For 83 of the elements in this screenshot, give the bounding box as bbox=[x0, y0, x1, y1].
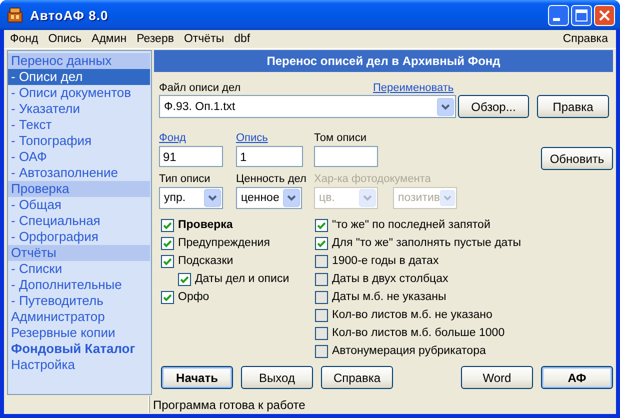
checkbox[interactable] bbox=[161, 290, 174, 304]
sidebar-item[interactable]: - Топография bbox=[8, 133, 150, 149]
sidebar-item[interactable]: - Автозаполнение bbox=[8, 165, 150, 181]
checkbox-label: Для "то же" заполнять пустые даты bbox=[332, 237, 521, 249]
checkbox[interactable] bbox=[161, 254, 174, 268]
sidebar-section[interactable]: Отчёты bbox=[8, 245, 150, 261]
checkbox-label: Кол-во листов м.б. больше 1000 bbox=[332, 327, 505, 339]
checkbox-label: Даты м.б. не указаны bbox=[332, 291, 446, 303]
field-link[interactable]: Фонд bbox=[159, 132, 236, 144]
checkbox-label: Подсказки bbox=[178, 255, 234, 267]
checkbox[interactable] bbox=[315, 344, 328, 358]
sidebar-item[interactable]: - Указатели bbox=[8, 101, 150, 117]
sidebar-item[interactable]: - Списки bbox=[8, 261, 150, 277]
field-label: Ценность дел bbox=[236, 173, 308, 185]
minimize-icon[interactable] bbox=[548, 4, 569, 26]
sidebar-item[interactable]: Настройка bbox=[8, 357, 150, 373]
checkbox[interactable] bbox=[315, 218, 328, 232]
text-field[interactable]: 91 bbox=[159, 146, 223, 167]
checkbox[interactable] bbox=[315, 290, 328, 304]
dropdown: цв. bbox=[314, 187, 378, 209]
checkbox[interactable] bbox=[161, 236, 174, 250]
action-button[interactable]: Справка bbox=[321, 366, 393, 389]
menu-item[interactable]: Справка bbox=[558, 33, 614, 45]
sidebar-item[interactable]: - Описи дел bbox=[8, 69, 150, 85]
menu-item[interactable]: Админ bbox=[88, 33, 133, 45]
sidebar-item[interactable]: - Путеводитель bbox=[8, 293, 150, 309]
app-icon bbox=[6, 6, 24, 24]
sidebar-item[interactable]: - Текст bbox=[8, 117, 150, 133]
checkbox-label: 1900-е годы в датах bbox=[332, 255, 439, 267]
rename-link[interactable]: Переименовать bbox=[373, 82, 454, 94]
dropdown[interactable]: ценное bbox=[236, 187, 302, 209]
field-label: Тип описи bbox=[159, 173, 212, 185]
dropdown: позитив bbox=[393, 187, 457, 209]
sidebar-item[interactable]: Администратор bbox=[8, 309, 150, 325]
checkbox-label: Даты дел и описи bbox=[195, 273, 290, 285]
sidebar-section[interactable]: Перенос данных bbox=[8, 53, 150, 69]
checkbox-label: Предупреждения bbox=[178, 237, 270, 249]
text-field[interactable]: 1 bbox=[236, 146, 303, 167]
action-button[interactable]: Выход bbox=[241, 366, 313, 389]
field-label: Том описи bbox=[314, 132, 368, 144]
status-text: Программа готова к работе bbox=[153, 398, 306, 412]
maximize-icon[interactable] bbox=[571, 4, 592, 26]
sidebar-item[interactable]: - Общая bbox=[8, 197, 150, 213]
menu-item[interactable]: Резерв bbox=[132, 33, 180, 45]
sidebar-item[interactable]: - Орфография bbox=[8, 229, 150, 245]
checkbox-label: Кол-во листов м.б. не указано bbox=[332, 309, 492, 321]
checkbox[interactable] bbox=[315, 254, 328, 268]
menu-item[interactable]: Фонд bbox=[6, 33, 44, 45]
browse-button[interactable]: Обзор... bbox=[458, 95, 529, 118]
close-icon[interactable] bbox=[594, 4, 615, 26]
menu-item[interactable]: dbf bbox=[230, 33, 256, 45]
checkbox[interactable] bbox=[178, 272, 191, 286]
panel-header: Перенос описей дел в Архивный Фонд bbox=[154, 50, 613, 72]
edit-button[interactable]: Правка bbox=[537, 95, 609, 118]
window-title: АвтоАФ 8.0 bbox=[30, 8, 110, 22]
checkbox-label: Проверка bbox=[178, 219, 233, 231]
checkbox[interactable] bbox=[315, 236, 328, 250]
sidebar-section[interactable]: Проверка bbox=[8, 181, 150, 197]
sidebar-item[interactable]: - Дополнительные bbox=[8, 277, 150, 293]
text-field[interactable] bbox=[314, 146, 378, 167]
checkbox[interactable] bbox=[315, 308, 328, 322]
checkbox-label: Орфо bbox=[178, 291, 210, 303]
action-button[interactable]: Начать bbox=[161, 366, 233, 389]
sidebar-item[interactable]: - ОАФ bbox=[8, 149, 150, 165]
refresh-button[interactable]: Обновить bbox=[541, 147, 613, 170]
action-button[interactable]: Word bbox=[461, 366, 533, 389]
checkbox-label: "то же" по последней запятой bbox=[332, 219, 490, 231]
menu-item[interactable]: Отчёты bbox=[180, 33, 230, 45]
menu-item[interactable]: Опись bbox=[44, 33, 88, 45]
checkbox[interactable] bbox=[315, 272, 328, 286]
checkbox-label: Автонумерация рубрикатора bbox=[332, 345, 486, 357]
checkbox-label: Даты в двух столбцах bbox=[332, 273, 448, 285]
sidebar-item[interactable]: Фондовый Каталог bbox=[8, 341, 150, 357]
dropdown[interactable]: упр. bbox=[159, 187, 223, 209]
action-button[interactable]: АФ bbox=[541, 366, 613, 389]
field-label: Хар-ка фотодокумента bbox=[314, 173, 431, 185]
checkbox[interactable] bbox=[315, 326, 328, 340]
checkbox[interactable] bbox=[161, 218, 174, 232]
dropdown[interactable]: Ф.93. Оп.1.txt bbox=[159, 95, 456, 118]
sidebar-item[interactable]: - Описи документов bbox=[8, 85, 150, 101]
sidebar-item[interactable]: - Специальная bbox=[8, 213, 150, 229]
sidebar-item[interactable]: Резервные копии bbox=[8, 325, 150, 341]
field-label: Файл описи дел bbox=[159, 82, 242, 94]
